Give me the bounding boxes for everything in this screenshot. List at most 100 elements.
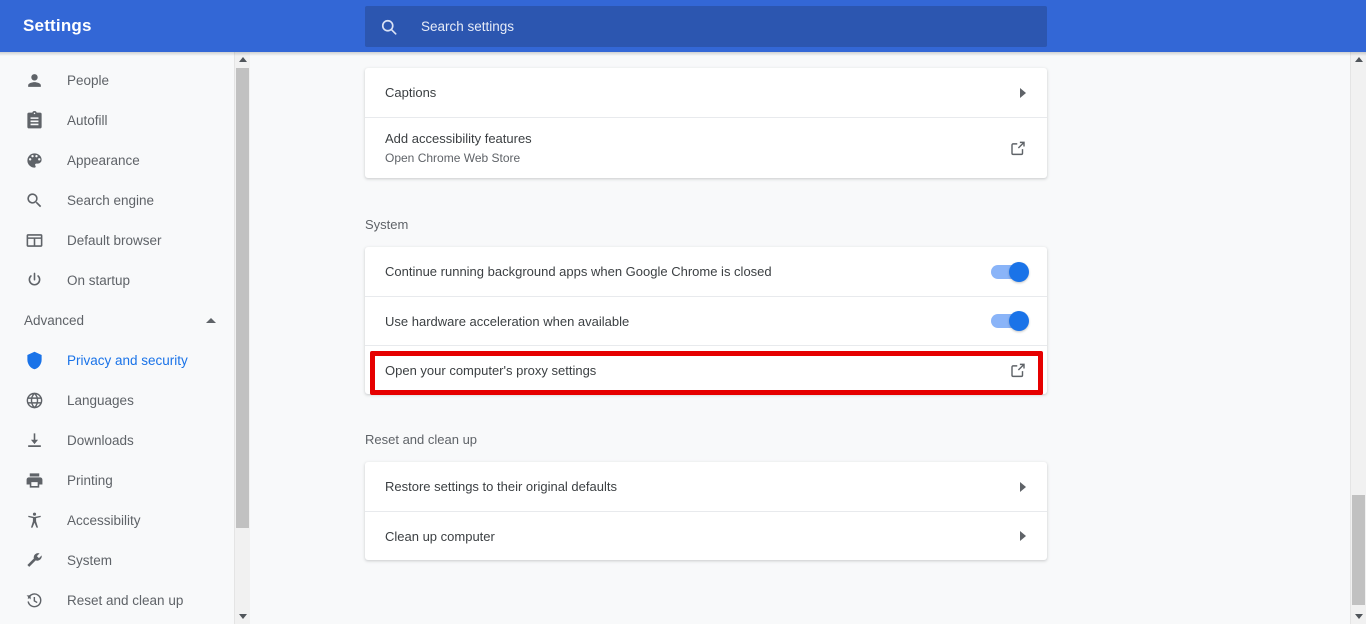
sidebar-item-accessibility[interactable]: Accessibility (0, 500, 234, 540)
sidebar-item-label: Search engine (67, 192, 155, 208)
row-texts: Captions (385, 84, 1020, 101)
toggle-knob (1009, 311, 1029, 331)
sidebar-item-label: Autofill (67, 112, 108, 128)
row-background-apps[interactable]: Continue running background apps when Go… (365, 247, 1047, 296)
row-hardware-acceleration[interactable]: Use hardware acceleration when available (365, 296, 1047, 345)
row-open-proxy-settings[interactable]: Open your computer's proxy settings (365, 345, 1047, 394)
page-scrollbar[interactable] (1350, 52, 1366, 624)
row-add-accessibility-features[interactable]: Add accessibility features Open Chrome W… (365, 117, 1047, 178)
sidebar-item-label: System (67, 552, 113, 568)
sidebar: People Autofill Appearance Search engine… (0, 52, 234, 624)
header-shadow (0, 52, 1366, 56)
row-control (1009, 139, 1027, 157)
row-title: Restore settings to their original defau… (385, 479, 617, 494)
reset-card: Restore settings to their original defau… (365, 462, 1047, 560)
sidebar-scrollbar[interactable] (234, 52, 250, 624)
shield-icon (24, 350, 44, 370)
section-title-reset-and-clean-up: Reset and clean up (365, 432, 478, 447)
browser-icon (24, 230, 44, 250)
chevron-right-icon[interactable] (1020, 481, 1026, 492)
palette-icon (24, 150, 44, 170)
sidebar-item-appearance[interactable]: Appearance (0, 140, 234, 180)
row-texts: Add accessibility features Open Chrome W… (385, 130, 1009, 167)
row-control (1020, 481, 1027, 492)
triangle-up-icon (238, 57, 247, 62)
sidebar-item-label: Appearance (67, 152, 140, 168)
row-control (1020, 87, 1027, 98)
system-card: Continue running background apps when Go… (365, 247, 1047, 394)
row-texts: Continue running background apps when Go… (385, 263, 991, 280)
search-icon (379, 17, 399, 37)
sidebar-advanced-label: Advanced (24, 312, 85, 328)
external-link-icon[interactable] (1009, 139, 1027, 157)
row-captions[interactable]: Captions (365, 68, 1047, 117)
sidebar-item-label: Reset and clean up (67, 592, 184, 608)
triangle-up-icon (1354, 57, 1363, 62)
section-title-system: System (365, 217, 409, 232)
sidebar-item-label: Downloads (67, 432, 134, 448)
sidebar-item-label: People (67, 72, 110, 88)
sidebar-scroll-down-button[interactable] (235, 609, 250, 624)
triangle-down-icon (238, 614, 247, 619)
sidebar-item-autofill[interactable]: Autofill (0, 100, 234, 140)
row-title: Clean up computer (385, 528, 495, 544)
triangle-down-icon (1354, 614, 1363, 619)
globe-icon (24, 390, 44, 410)
row-texts: Open your computer's proxy settings (385, 362, 1009, 379)
sidebar-item-privacy-and-security[interactable]: Privacy and security (0, 340, 234, 380)
page-scroll-down-button[interactable] (1351, 609, 1366, 624)
row-title: Add accessibility features (385, 130, 532, 146)
external-link-icon[interactable] (1009, 361, 1027, 379)
sidebar-item-label: On startup (67, 272, 131, 288)
clipboard-icon (24, 110, 44, 130)
search-icon (24, 190, 44, 210)
row-texts: Restore settings to their original defau… (385, 478, 1020, 495)
sidebar-item-label: Default browser (67, 232, 162, 248)
sidebar-item-label: Printing (67, 472, 113, 488)
row-texts: Use hardware acceleration when available (385, 313, 991, 330)
row-clean-up-computer[interactable]: Clean up computer (365, 511, 1047, 560)
sidebar-item-printing[interactable]: Printing (0, 460, 234, 500)
download-icon (24, 430, 44, 450)
sidebar-item-label: Languages (67, 392, 134, 408)
app-header: Settings Search settings (0, 0, 1366, 52)
sidebar-item-on-startup[interactable]: On startup (0, 260, 234, 300)
page-title: Settings (23, 16, 92, 35)
row-control (1009, 361, 1027, 379)
row-control (1020, 531, 1027, 541)
sidebar-advanced-toggle[interactable]: Advanced (0, 300, 234, 340)
background-apps-toggle[interactable] (991, 261, 1029, 282)
row-control (991, 311, 1029, 331)
settings-content: Captions Add accessibility features Open… (251, 52, 1350, 624)
row-title: Captions (385, 85, 437, 100)
history-icon (24, 590, 44, 610)
sidebar-item-downloads[interactable]: Downloads (0, 420, 234, 460)
chevron-right-icon[interactable] (1020, 87, 1026, 98)
row-title: Continue running background apps when Go… (385, 264, 772, 279)
sidebar-item-languages[interactable]: Languages (0, 380, 234, 420)
row-restore-settings[interactable]: Restore settings to their original defau… (365, 462, 1047, 511)
row-title: Open your computer's proxy settings (385, 362, 597, 378)
sidebar-item-search-engine[interactable]: Search engine (0, 180, 234, 220)
chevron-right-icon[interactable] (1020, 531, 1026, 541)
sidebar-item-reset-and-clean-up[interactable]: Reset and clean up (0, 580, 234, 620)
page-scrollbar-thumb[interactable] (1352, 495, 1365, 605)
search-placeholder-text: Search settings (421, 19, 515, 34)
printer-icon (24, 470, 44, 490)
row-control (991, 261, 1029, 282)
person-icon (24, 70, 44, 90)
row-subtitle: Open Chrome Web Store (385, 150, 521, 165)
sidebar-item-system[interactable]: System (0, 540, 234, 580)
sidebar-item-people[interactable]: People (0, 60, 234, 100)
hardware-acceleration-toggle[interactable] (991, 311, 1029, 331)
power-icon (24, 270, 44, 290)
sidebar-scrollbar-thumb[interactable] (236, 68, 249, 528)
sidebar-item-label: Privacy and security (67, 352, 188, 368)
sidebar-item-default-browser[interactable]: Default browser (0, 220, 234, 260)
accessibility-icon (24, 510, 44, 530)
accessibility-card: Captions Add accessibility features Open… (365, 68, 1047, 178)
search-input[interactable]: Search settings (365, 6, 1047, 47)
row-title: Use hardware acceleration when available (385, 313, 630, 329)
wrench-icon (24, 550, 44, 570)
sidebar-item-label: Accessibility (67, 512, 141, 528)
